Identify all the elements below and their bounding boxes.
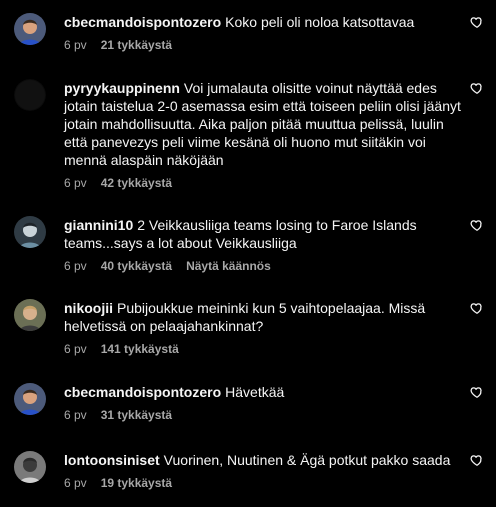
comment-meta: 6 pv 141 tykkäystä (64, 341, 462, 357)
comment-text-block: cbecmandoispontozero Koko peli oli noloa … (64, 13, 462, 31)
comment-body: giannini10 2 Veikkausliiga teams losing t… (64, 216, 462, 274)
comment-username[interactable]: cbecmandoispontozero (64, 14, 221, 30)
comment-text-block: giannini10 2 Veikkausliiga teams losing t… (64, 216, 462, 252)
comment-text-block: lontoonsiniset Vuorinen, Nuutinen & Ägä p… (64, 451, 462, 469)
comment-time[interactable]: 6 pv (64, 342, 87, 356)
comment-likes[interactable]: 31 tykkäystä (101, 408, 172, 422)
comment-body: nikoojii Pubijoukkue meininki kun 5 vaiht… (64, 299, 462, 357)
comment-username[interactable]: giannini10 (64, 217, 133, 233)
comment-time[interactable]: 6 pv (64, 408, 87, 422)
avatar-kid-blue-shirt[interactable] (14, 383, 46, 415)
comment-body: cbecmandoispontozero Hävetkää 6 pv 31 tykkä… (64, 383, 462, 423)
comment-body: lontoonsiniset Vuorinen, Nuutinen & Ägä p… (64, 451, 462, 491)
like-heart-icon[interactable] (470, 301, 484, 315)
comment-text-block: nikoojii Pubijoukkue meininki kun 5 vaiht… (64, 299, 462, 335)
like-heart-icon[interactable] (470, 385, 484, 399)
avatar-kid-blue-shirt[interactable] (14, 13, 46, 45)
comment-meta: 6 pv 19 tykkäystä (64, 475, 462, 491)
comment-time[interactable]: 6 pv (64, 476, 87, 490)
avatar-grey-figure[interactable] (14, 451, 46, 483)
comment-likes[interactable]: 19 tykkäystä (101, 476, 172, 490)
like-heart-icon[interactable] (470, 15, 484, 29)
comment-text-block: cbecmandoispontozero Hävetkää (64, 383, 462, 401)
comment-likes[interactable]: 40 tykkäystä (101, 259, 172, 273)
comment-username[interactable]: nikoojii (64, 300, 113, 316)
comment-meta: 6 pv 42 tykkäystä (64, 175, 462, 191)
like-heart-icon[interactable] (470, 453, 484, 467)
comment-meta: 6 pv 21 tykkäystä (64, 37, 462, 53)
comment-text: Vuorinen, Nuutinen & Ägä potkut pakko sa… (163, 452, 451, 468)
comment-body: cbecmandoispontozero Koko peli oli noloa … (64, 13, 462, 53)
comment-username[interactable]: lontoonsiniset (64, 452, 160, 468)
comment-likes[interactable]: 21 tykkäystä (101, 38, 172, 52)
comment-meta: 6 pv 40 tykkäystä Näytä käännös (64, 258, 462, 274)
like-heart-icon[interactable] (470, 81, 484, 95)
avatar-player-teal[interactable] (14, 216, 46, 248)
comment-likes[interactable]: 42 tykkäystä (101, 176, 172, 190)
comment-text: Hävetkää (225, 384, 285, 400)
avatar-man-blond[interactable] (14, 299, 46, 331)
comment-username[interactable]: cbecmandoispontozero (64, 384, 221, 400)
comment-meta: 6 pv 31 tykkäystä (64, 407, 462, 423)
comment-text: Koko peli oli noloa katsottavaa (225, 14, 415, 30)
avatar-dark[interactable] (14, 79, 46, 111)
comment-time[interactable]: 6 pv (64, 176, 87, 190)
comment-username[interactable]: pyryykauppinenn (64, 80, 180, 96)
comment-likes[interactable]: 141 tykkäystä (101, 342, 179, 356)
comment-time[interactable]: 6 pv (64, 259, 87, 273)
comment-body: pyryykauppinenn Voi jumalauta olisitte vo… (64, 79, 462, 191)
like-heart-icon[interactable] (470, 218, 484, 232)
comment-text: Pubijoukkue meininki kun 5 vaihtopelaaja… (64, 300, 426, 334)
comment-time[interactable]: 6 pv (64, 38, 87, 52)
comment-text-block: pyryykauppinenn Voi jumalauta olisitte vo… (64, 79, 462, 169)
translate-button[interactable]: Näytä käännös (186, 259, 271, 273)
